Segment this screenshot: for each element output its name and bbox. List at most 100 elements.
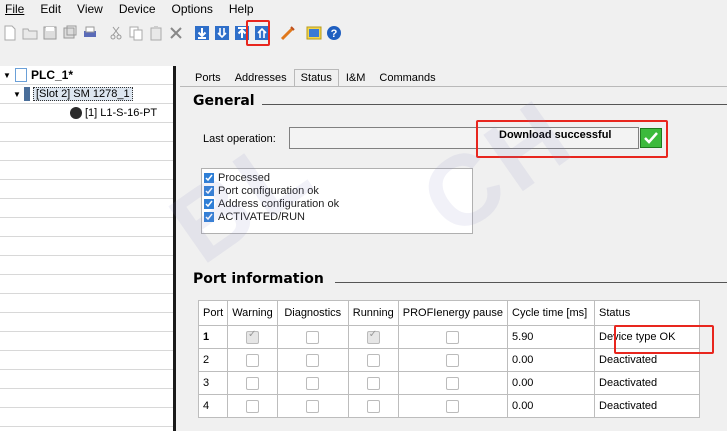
download-to-device-icon[interactable] <box>193 24 211 42</box>
pause-checkbox[interactable] <box>446 376 460 390</box>
download-result-highlight <box>476 120 668 158</box>
diagnostics-checkbox[interactable] <box>306 376 320 390</box>
open-icon[interactable] <box>21 24 39 42</box>
running-checkbox[interactable] <box>366 399 380 413</box>
menu-view[interactable]: View <box>69 0 111 18</box>
diagnostics-cell <box>276 371 349 395</box>
tab-divider <box>180 86 727 87</box>
cycle-time: 5.90 <box>507 325 596 349</box>
running-checkbox[interactable] <box>366 353 380 367</box>
tree-root[interactable]: ▼ PLC_1* <box>2 66 73 84</box>
col-cycle: Cycle time [ms] <box>507 300 596 326</box>
col-pause: PROFIenergy pause <box>397 300 509 326</box>
pause-cell <box>397 325 509 349</box>
port-table: Port Warning Diagnostics Running PROFIen… <box>197 300 701 418</box>
collapse-icon[interactable]: ▼ <box>12 90 22 99</box>
running-checkbox[interactable] <box>366 376 380 390</box>
help-icon[interactable]: ? <box>325 24 343 42</box>
diagnostics-cell <box>276 348 349 372</box>
tab-ports[interactable]: Ports <box>188 69 228 86</box>
tree-module[interactable]: ▼ [Slot 2] SM 1278_1 <box>12 85 133 103</box>
pause-checkbox[interactable] <box>446 353 460 367</box>
diagnostics-checkbox[interactable] <box>306 399 320 413</box>
pause-cell <box>397 371 509 395</box>
running-checkbox[interactable] <box>366 329 380 344</box>
print-icon[interactable] <box>81 24 99 42</box>
general-rule <box>262 104 727 105</box>
copy-icon[interactable] <box>127 24 145 42</box>
col-status: Status <box>594 300 701 326</box>
checkbox-checked-icon <box>204 185 214 196</box>
warning-cell <box>227 325 278 349</box>
collapse-icon[interactable]: ▼ <box>2 71 12 80</box>
warning-checkbox[interactable] <box>245 329 259 344</box>
new-icon[interactable] <box>1 24 19 42</box>
menu-edit[interactable]: Edit <box>32 0 69 18</box>
paste-icon[interactable] <box>147 24 165 42</box>
menu-file[interactable]: File <box>0 0 32 18</box>
warning-checkbox[interactable] <box>245 376 259 390</box>
tree-port-label: [1] L1-S-16-PT <box>85 107 158 119</box>
port-info-rule <box>335 282 727 283</box>
menu-options[interactable]: Options <box>164 0 221 18</box>
tab-commands[interactable]: Commands <box>372 69 442 86</box>
toolbar: ? <box>0 20 727 46</box>
port-status: Deactivated <box>594 371 701 395</box>
cut-icon[interactable] <box>107 24 125 42</box>
checkbox-checked-icon <box>204 198 214 209</box>
port-number: 4 <box>197 394 229 418</box>
col-port: Port <box>197 300 229 326</box>
running-cell <box>347 348 399 372</box>
device-type-highlight <box>614 325 714 354</box>
pause-checkbox[interactable] <box>446 399 460 413</box>
module-icon <box>24 87 30 101</box>
tab-im[interactable]: I&M <box>339 69 373 86</box>
status-item: Address configuration ok <box>204 197 470 210</box>
warning-checkbox[interactable] <box>245 399 259 413</box>
delete-icon[interactable] <box>167 24 185 42</box>
save-as-icon[interactable] <box>61 24 79 42</box>
save-icon[interactable] <box>41 24 59 42</box>
status-item: ACTIVATED/RUN <box>204 210 470 223</box>
device-tree: ▼ PLC_1* ▼ [Slot 2] SM 1278_1 [1] L1-S-1… <box>0 66 176 431</box>
menu-help[interactable]: Help <box>221 0 262 18</box>
warning-cell <box>227 371 278 395</box>
cycle-time: 0.00 <box>507 394 596 418</box>
diagnostics-checkbox[interactable] <box>306 330 320 344</box>
app-window: File Edit View Device Options Help ? ▼ P… <box>0 0 727 431</box>
tab-status[interactable]: Status <box>293 69 339 86</box>
checkbox-checked-icon <box>204 172 214 183</box>
pause-checkbox[interactable] <box>446 330 460 344</box>
port-status: Deactivated <box>594 394 701 418</box>
download-all-icon[interactable] <box>213 24 231 42</box>
diagnostics-cell <box>276 325 349 349</box>
tab-bar: Ports Addresses Status I&M Commands <box>188 68 443 86</box>
warning-checkbox[interactable] <box>245 353 259 367</box>
running-cell <box>347 325 399 349</box>
running-cell <box>347 394 399 418</box>
status-list: Processed Port configuration ok Address … <box>201 168 473 234</box>
tree-port[interactable]: [1] L1-S-16-PT <box>70 104 157 122</box>
diagnostics-cell <box>276 394 349 418</box>
port-icon <box>70 107 82 119</box>
status-item: Processed <box>204 171 470 184</box>
cycle-time: 0.00 <box>507 348 596 372</box>
diagnostics-checkbox[interactable] <box>306 353 320 367</box>
tab-addresses[interactable]: Addresses <box>228 69 294 86</box>
tree-module-label: [Slot 2] SM 1278_1 <box>33 87 133 101</box>
checkbox-checked-icon <box>204 211 214 222</box>
wiring-test-icon[interactable] <box>279 24 297 42</box>
warning-cell <box>227 394 278 418</box>
col-running: Running <box>347 300 399 326</box>
status-item: Port configuration ok <box>204 184 470 197</box>
menu-device[interactable]: Device <box>111 0 164 18</box>
table-header-row: Port Warning Diagnostics Running PROFIen… <box>197 300 701 326</box>
svg-text:?: ? <box>331 28 338 40</box>
port-number: 1 <box>197 325 229 349</box>
warning-cell <box>227 348 278 372</box>
tree-root-label: PLC_1* <box>31 68 74 82</box>
pause-cell <box>397 348 509 372</box>
monitor-icon[interactable] <box>305 24 323 42</box>
menu-bar: File Edit View Device Options Help <box>0 0 727 18</box>
table-row: 4 0.00 Deactivated <box>197 394 701 418</box>
